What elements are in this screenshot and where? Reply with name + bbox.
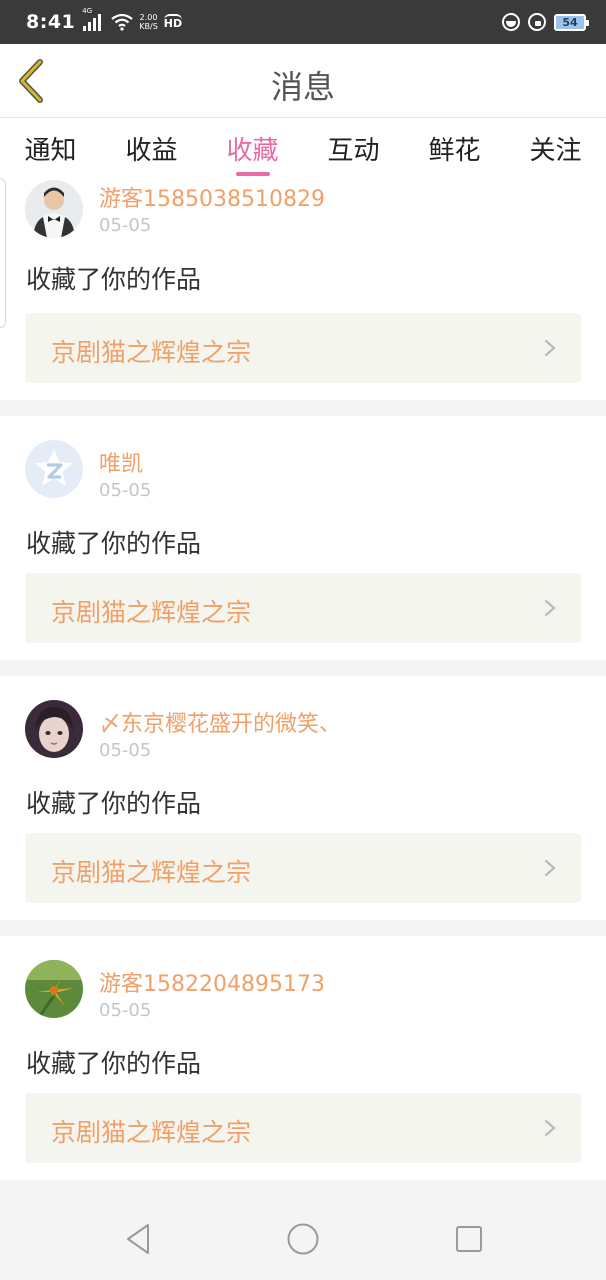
page-title: 消息: [270, 68, 335, 106]
tab-following[interactable]: 关注: [505, 118, 606, 178]
list-item: 唯凯 05-05 收藏了你的作品 京剧猫之辉煌之宗: [0, 416, 606, 660]
square-recents-icon[interactable]: [452, 1222, 486, 1256]
message-text: 收藏了你的作品: [26, 1049, 202, 1078]
avatar-flower-icon[interactable]: [25, 960, 83, 1018]
status-bar: 8:41 4G 2.00 KB/S HD 54: [0, 0, 606, 44]
username[interactable]: 唯凯: [99, 446, 143, 478]
avatar-qzone-star-icon[interactable]: [25, 440, 83, 498]
tab-notifications[interactable]: 通知: [0, 118, 101, 178]
list-item: 〆东京樱花盛开的微笑、 05-05 收藏了你的作品 京剧猫之辉煌之宗: [0, 676, 606, 920]
edge-drawer-handle[interactable]: [0, 178, 6, 328]
chevron-right-icon: [544, 1119, 556, 1137]
tab-earnings[interactable]: 收益: [101, 118, 202, 178]
message-date: 05-05: [99, 480, 152, 501]
message-text: 收藏了你的作品: [26, 529, 202, 558]
work-title: 京剧猫之辉煌之宗: [51, 598, 252, 627]
chevron-right-icon: [544, 339, 556, 357]
chevron-right-icon: [544, 599, 556, 617]
message-text: 收藏了你的作品: [26, 789, 202, 818]
work-link[interactable]: 京剧猫之辉煌之宗: [25, 313, 581, 383]
work-title: 京剧猫之辉煌之宗: [51, 858, 252, 887]
system-nav-bar: [0, 1198, 606, 1280]
chevron-right-icon: [544, 859, 556, 877]
lock-icon: [528, 13, 546, 31]
tab-flowers[interactable]: 鲜花: [404, 118, 505, 178]
work-title: 京剧猫之辉煌之宗: [51, 338, 252, 367]
work-title: 京剧猫之辉煌之宗: [51, 1118, 252, 1147]
avatar-girl-icon[interactable]: [25, 700, 83, 758]
battery-level: 54: [562, 15, 578, 29]
data-saver-icon: [502, 13, 520, 31]
work-link[interactable]: 京剧猫之辉煌之宗: [25, 833, 581, 903]
signal-icon: 4G: [82, 7, 102, 31]
message-date: 05-05: [99, 215, 152, 236]
message-list: 游客1585038510829 05-05 收藏了你的作品 京剧猫之辉煌之宗 唯…: [0, 178, 606, 1180]
list-item: 游客1585038510829 05-05 收藏了你的作品 京剧猫之辉煌之宗: [0, 178, 606, 400]
message-date: 05-05: [99, 740, 152, 761]
circle-home-icon[interactable]: [286, 1222, 320, 1256]
username[interactable]: 〆东京樱花盛开的微笑、: [99, 706, 341, 738]
network-speed: 2.00 KB/S: [139, 13, 158, 31]
top-bar: 消息: [0, 44, 606, 118]
work-link[interactable]: 京剧猫之辉煌之宗: [25, 1093, 581, 1163]
username[interactable]: 游客1585038510829: [99, 181, 325, 213]
message-date: 05-05: [99, 1000, 152, 1021]
message-text: 收藏了你的作品: [26, 265, 202, 294]
triangle-back-icon[interactable]: [122, 1222, 156, 1256]
tab-bar: 通知 收益 收藏 互动 鲜花 关注: [0, 118, 606, 178]
speed-value: 2.00: [139, 13, 158, 22]
work-link[interactable]: 京剧猫之辉煌之宗: [25, 573, 581, 643]
network-type: 4G: [82, 7, 93, 15]
tab-interactions[interactable]: 互动: [303, 118, 404, 178]
tab-favorites[interactable]: 收藏: [202, 118, 303, 178]
list-item: 游客1582204895173 05-05 收藏了你的作品 京剧猫之辉煌之宗: [0, 936, 606, 1180]
wifi-icon: [111, 13, 133, 31]
speed-unit: KB/S: [139, 22, 158, 31]
avatar-man-icon[interactable]: [25, 180, 83, 238]
battery-icon: 54: [554, 13, 589, 31]
username[interactable]: 游客1582204895173: [99, 966, 325, 998]
status-time: 8:41: [26, 11, 76, 33]
hd-icon: HD: [163, 14, 183, 30]
